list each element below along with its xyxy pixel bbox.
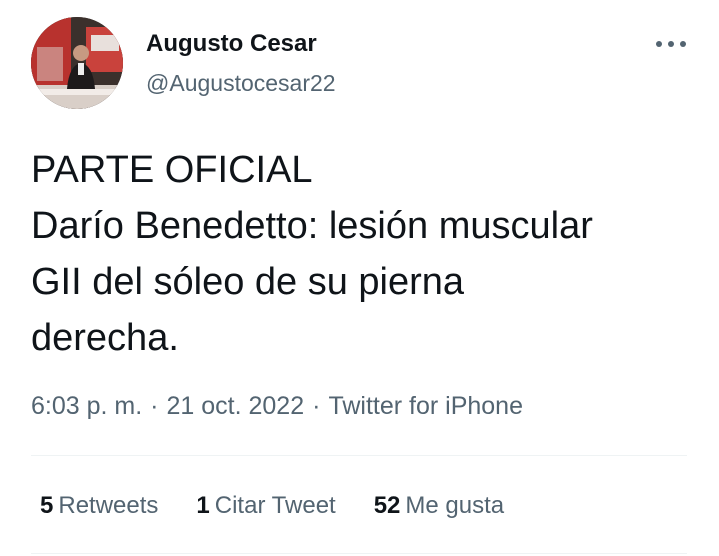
tweet-text-line: GII del sóleo de su pierna xyxy=(31,261,465,303)
tweet-text: PARTE OFICIAL Darío Benedetto: lesión mu… xyxy=(31,142,711,366)
divider xyxy=(31,553,687,554)
more-options-icon xyxy=(656,41,686,47)
tweet-source[interactable]: Twitter for iPhone xyxy=(328,392,523,420)
avatar-image xyxy=(31,17,123,109)
tweet-card: Augusto Cesar @Augustocesar22 PARTE OFIC… xyxy=(0,0,719,556)
tweet-time[interactable]: 6:03 p. m. xyxy=(31,392,142,420)
retweets-count: 5 xyxy=(40,492,54,519)
quotes-count: 1 xyxy=(196,492,210,519)
tweet-text-line: derecha. xyxy=(31,317,179,359)
quotes-stat[interactable]: 1 Citar Tweet xyxy=(196,488,335,524)
likes-count: 52 xyxy=(373,492,401,519)
retweets-label: Retweets xyxy=(58,492,159,519)
tweet-text-line: PARTE OFICIAL xyxy=(31,149,313,191)
retweets-stat[interactable]: 5 Retweets xyxy=(40,488,158,524)
author-handle[interactable]: @Augustocesar22 xyxy=(146,68,336,98)
tweet-stats: 5 Retweets 1 Citar Tweet 52 Me gusta xyxy=(40,488,542,524)
quotes-label: Citar Tweet xyxy=(214,492,336,519)
meta-separator: · xyxy=(312,392,321,420)
likes-label: Me gusta xyxy=(405,492,505,519)
tweet-meta: 6:03 p. m. · 21 oct. 2022 · Twitter for iPho… xyxy=(31,388,523,424)
author-name[interactable]: Augusto Cesar xyxy=(146,29,317,59)
tweet-date[interactable]: 21 oct. 2022 xyxy=(167,392,305,420)
divider xyxy=(31,455,687,456)
avatar[interactable] xyxy=(31,17,123,109)
more-options-button[interactable] xyxy=(648,30,694,58)
likes-stat[interactable]: 52 Me gusta xyxy=(374,488,504,524)
meta-separator: · xyxy=(150,392,159,420)
tweet-text-line: Darío Benedetto: lesión muscular xyxy=(31,205,593,247)
